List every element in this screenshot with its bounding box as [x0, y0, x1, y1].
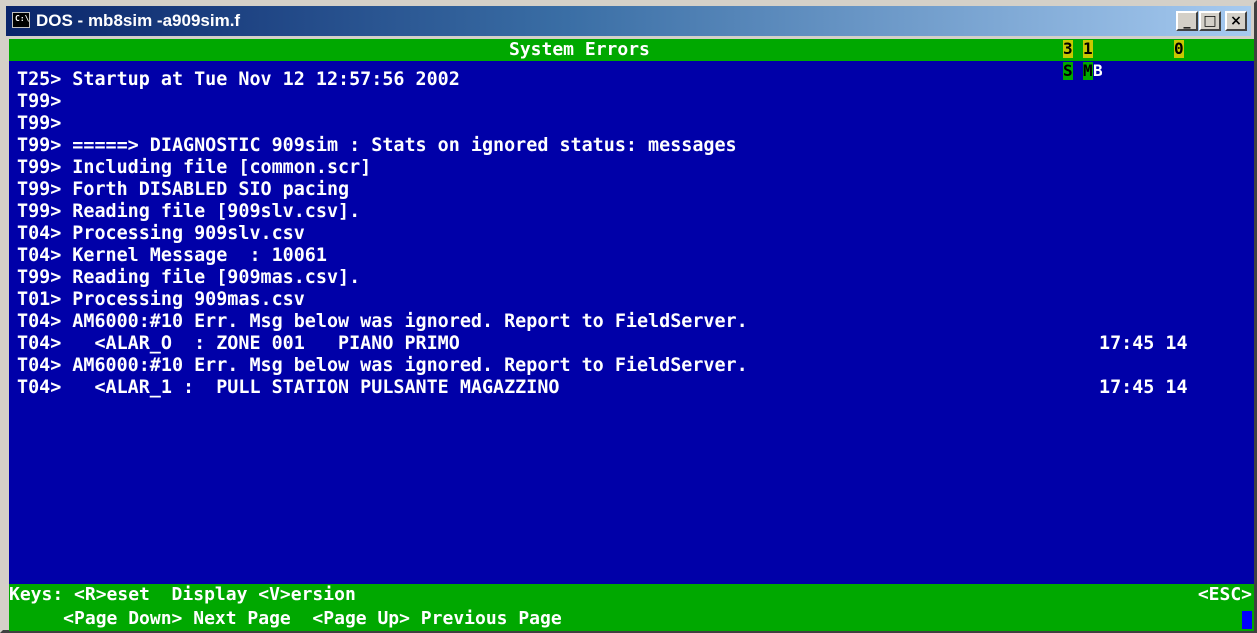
log-line: T04> <ALAR_O : ZONE 001 PIANO PRIMO: [17, 333, 460, 355]
log-time: 17:45 14: [1099, 333, 1188, 354]
log-line: T99>: [17, 91, 72, 113]
log-prefix: T99>: [17, 113, 62, 134]
console-screen[interactable]: System Errors 3 1 0 S M B T25> Startup at…: [9, 39, 1254, 631]
log-line: T99> =====> DIAGNOSTIC 909sim : Stats on …: [17, 135, 737, 157]
log-prefix: T01>: [17, 289, 62, 310]
log-text: <ALAR_1 : PULL STATION PULSANTE MAGAZZIN…: [72, 377, 560, 398]
log-text: Processing 909slv.csv: [72, 223, 305, 244]
log-text: AM6000:#10 Err. Msg below was ignored. R…: [72, 355, 748, 376]
console-icon[interactable]: C:\: [12, 12, 30, 28]
log-prefix: T99>: [17, 135, 62, 156]
keys-line-1: Keys: <R>eset Display <V>ersion: [9, 584, 356, 605]
log-text: =====> DIAGNOSTIC 909sim : Stats on igno…: [72, 135, 737, 156]
log-time: 17:45 14: [1099, 377, 1188, 398]
esc-key-hint[interactable]: <ESC>: [1198, 584, 1252, 606]
indicator-s: S: [1063, 61, 1073, 80]
log-line: T01> Processing 909mas.csv: [17, 289, 305, 311]
log-line: T99> Reading file [909slv.csv].: [17, 201, 360, 223]
title-bar[interactable]: C:\ DOS - mb8sim -a909sim.f _ □ ×: [6, 6, 1251, 36]
log-line: T99> Including file [common.scr]: [17, 157, 371, 179]
log-line: T99> Reading file [909mas.csv].: [17, 267, 360, 289]
log-prefix: T25>: [17, 69, 62, 90]
log-prefix: T99>: [17, 157, 62, 178]
log-text: Kernel Message : 10061: [72, 245, 327, 266]
log-prefix: T99>: [17, 267, 62, 288]
log-prefix: T99>: [17, 91, 62, 112]
log-text: Startup at Tue Nov 12 12:57:56 2002: [72, 69, 460, 90]
keys-line-2: <Page Down> Next Page <Page Up> Previous…: [9, 608, 562, 629]
screen-title: System Errors: [509, 39, 650, 60]
indicator-0: 0: [1174, 39, 1184, 58]
log-text: Reading file [909mas.csv].: [72, 267, 361, 288]
indicator-3: 3: [1063, 39, 1073, 58]
indicator-b: B: [1093, 61, 1103, 80]
close-button[interactable]: ×: [1225, 11, 1247, 31]
minimize-button[interactable]: _: [1176, 11, 1198, 31]
log-prefix: T99>: [17, 201, 62, 222]
log-prefix: T04>: [17, 223, 62, 244]
window-title: DOS - mb8sim -a909sim.f: [36, 11, 241, 30]
log-prefix: T04>: [17, 311, 62, 332]
log-prefix: T04>: [17, 355, 62, 376]
log-line: T99>: [17, 113, 72, 135]
log-line: T25> Startup at Tue Nov 12 12:57:56 2002: [17, 69, 460, 91]
dos-window: C:\ DOS - mb8sim -a909sim.f _ □ × System…: [0, 0, 1257, 633]
log-text: Including file [common.scr]: [72, 157, 372, 178]
log-prefix: T04>: [17, 377, 62, 398]
log-prefix: T04>: [17, 333, 62, 354]
log-line: T04> <ALAR_1 : PULL STATION PULSANTE MAG…: [17, 377, 559, 399]
maximize-button[interactable]: □: [1199, 11, 1221, 31]
log-line: T04> AM6000:#10 Err. Msg below was ignore…: [17, 311, 748, 333]
log-text: Processing 909mas.csv: [72, 289, 305, 310]
log-text: <ALAR_O : ZONE 001 PIANO PRIMO: [72, 333, 460, 354]
indicator-1: 1: [1083, 39, 1093, 58]
log-line: T04> Kernel Message : 10061: [17, 245, 327, 267]
log-line: T04> AM6000:#10 Err. Msg below was ignore…: [17, 355, 748, 377]
log-text: Forth DISABLED SIO pacing: [72, 179, 350, 200]
log-text: AM6000:#10 Err. Msg below was ignored. R…: [72, 311, 748, 332]
console-icon-label: C:\: [15, 14, 30, 23]
log-prefix: T04>: [17, 245, 62, 266]
text-cursor: [1242, 611, 1252, 629]
log-line: T04> Processing 909slv.csv: [17, 223, 305, 245]
log-prefix: T99>: [17, 179, 62, 200]
log-text: Reading file [909slv.csv].: [72, 201, 361, 222]
indicator-m: M: [1083, 61, 1093, 80]
log-line: T99> Forth DISABLED SIO pacing: [17, 179, 349, 201]
